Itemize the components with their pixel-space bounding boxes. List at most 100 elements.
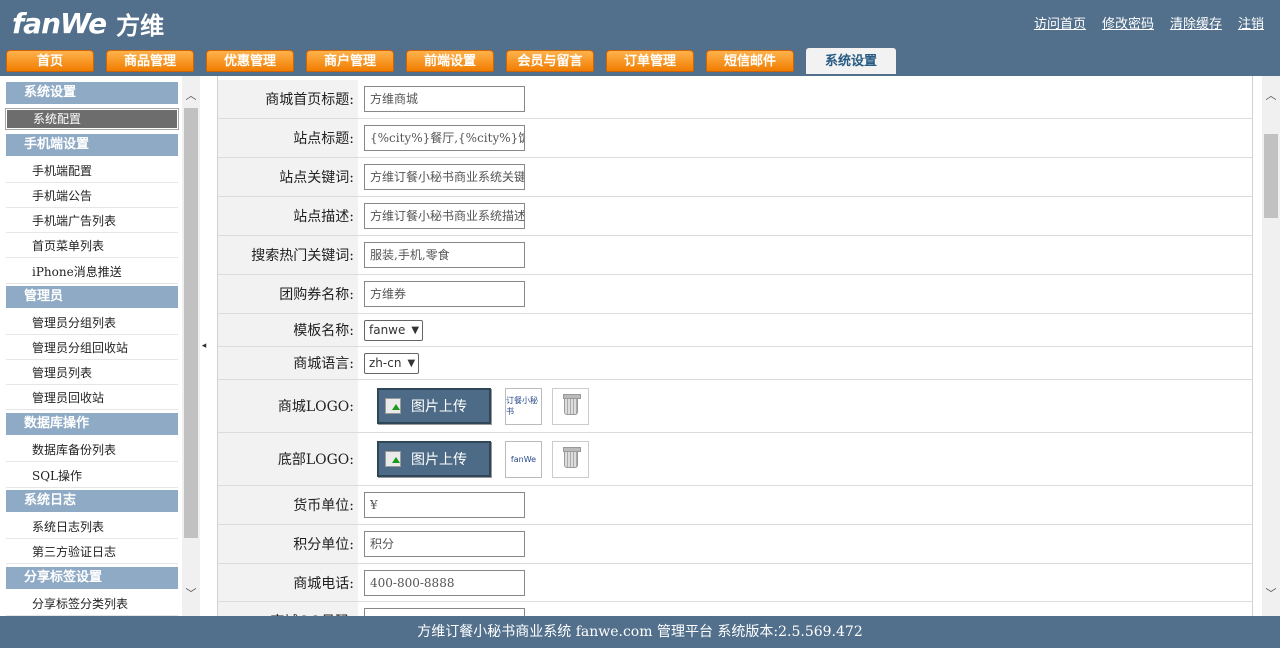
currency-label: 货币单位: [218,486,358,524]
hot-keywords-input[interactable]: 服装,手机,零食 [364,242,525,268]
upload-icon [385,451,401,467]
form-row-qq: 商城QQ号码: [218,602,1252,616]
logout-link[interactable]: 注销 [1238,13,1264,32]
site-desc-input[interactable]: 方维订餐小秘书商业系统描述 [364,203,525,229]
tab-sms-mail[interactable]: 短信邮件 [706,50,794,72]
sidebar-item-system-logs[interactable]: 系统日志列表 [6,515,178,539]
tab-orders[interactable]: 订单管理 [606,50,694,72]
footer-logo-delete-button[interactable] [552,440,589,478]
sidebar-item-mobile-config[interactable]: 手机端配置 [6,159,178,183]
sidebar-item-admin-list[interactable]: 管理员列表 [6,361,178,385]
tab-frontend[interactable]: 前端设置 [406,50,494,72]
site-keywords-input[interactable]: 方维订餐小秘书商业系统关键词 [364,164,525,190]
form-row-shop-logo: 商城LOGO: 图片上传 订餐小秘书 [218,380,1252,433]
config-form: 商城首页标题: 方维商城 站点标题: {%city%}餐厅,{%city%}饭店… [217,76,1253,616]
footer-logo-label: 底部LOGO: [218,433,358,485]
main-tabs: 首页 商品管理 优惠管理 商户管理 前端设置 会员与留言 订单管理 短信邮件 系… [6,48,908,74]
shop-logo-thumbnail[interactable]: 订餐小秘书 [505,387,542,425]
form-row-coupon-name: 团购券名称: 方维券 [218,275,1252,314]
sidebar-item-admin-groups[interactable]: 管理员分组列表 [6,311,178,335]
shop-title-input[interactable]: 方维商城 [364,86,525,112]
tab-goods[interactable]: 商品管理 [106,50,194,72]
scroll-down-icon[interactable]: ﹀ [1263,586,1279,602]
language-label: 商城语言: [218,347,358,379]
shop-logo-delete-button[interactable] [552,387,589,425]
form-row-site-desc: 站点描述: 方维订餐小秘书商业系统描述 [218,197,1252,236]
site-desc-label: 站点描述: [218,197,358,235]
sidebar-item-admin-group-trash[interactable]: 管理员分组回收站 [6,336,178,360]
qq-label: 商城QQ号码: [218,602,358,616]
sidebar-item-iphone-push[interactable]: iPhone消息推送 [6,260,178,284]
form-row-score: 积分单位: 积分 [218,525,1252,564]
footer-logo-upload-button[interactable]: 图片上传 [377,441,491,477]
template-label: 模板名称: [218,314,358,346]
footer: 方维订餐小秘书商业系统 fanwe.com 管理平台 系统版本:2.5.569.… [0,616,1280,648]
sidebar-group-logs[interactable]: 系统日志 [6,490,178,512]
tab-members[interactable]: 会员与留言 [506,50,594,72]
coupon-name-label: 团购券名称: [218,275,358,313]
top-links: 访问首页 修改密码 清除缓存 注销 [1034,13,1264,32]
form-row-hot-keywords: 搜索热门关键词: 服装,手机,零食 [218,236,1252,275]
scroll-down-icon[interactable]: ﹀ [183,586,199,602]
chevron-down-icon: ▼ [411,324,420,336]
tab-merchant[interactable]: 商户管理 [306,50,394,72]
site-title-label: 站点标题: [218,119,358,157]
clear-cache-link[interactable]: 清除缓存 [1170,13,1222,32]
main-scroll-thumb[interactable] [1264,134,1278,218]
sidebar-group-share-tags[interactable]: 分享标签设置 [6,567,178,589]
form-row-template: 模板名称: fanwe ▼ [218,314,1252,347]
sidebar-group-database[interactable]: 数据库操作 [6,413,178,435]
hot-keywords-label: 搜索热门关键词: [218,236,358,274]
form-row-footer-logo: 底部LOGO: 图片上传 fanWe [218,433,1252,486]
sidebar-group-mobile[interactable]: 手机端设置 [6,134,178,156]
sidebar-item-admin-trash[interactable]: 管理员回收站 [6,386,178,410]
score-input[interactable]: 积分 [364,531,525,557]
qq-input[interactable] [364,608,525,616]
sidebar-item-sql[interactable]: SQL操作 [6,464,178,488]
phone-input[interactable]: 400-800-8888 [364,569,525,596]
logo-text: fanWe [12,6,107,40]
currency-input[interactable]: ¥ [364,492,525,518]
footer-logo-thumbnail[interactable]: fanWe [505,440,542,478]
sidebar-item-db-backup[interactable]: 数据库备份列表 [6,438,178,462]
change-password-link[interactable]: 修改密码 [1102,13,1154,32]
sidebar-item-system-config[interactable]: 系统配置 [5,108,179,130]
collapse-sidebar-icon[interactable]: ◂ [200,316,208,376]
logo[interactable]: fanWe 方维 [12,6,164,40]
form-row-phone: 商城电话: 400-800-8888 [218,564,1252,602]
scroll-up-icon[interactable]: ︿ [183,88,199,104]
upload-icon [385,398,401,414]
sidebar-item-share-tag-categories[interactable]: 分享标签分类列表 [6,592,178,616]
sidebar-item-mobile-notice[interactable]: 手机端公告 [6,184,178,208]
form-row-site-keywords: 站点关键词: 方维订餐小秘书商业系统关键词 [218,158,1252,197]
form-row-language: 商城语言: zh-cn ▼ [218,347,1252,380]
tab-home[interactable]: 首页 [6,50,94,72]
logo-cn: 方维 [116,11,165,40]
template-select[interactable]: fanwe ▼ [364,319,424,341]
trash-icon [562,394,581,415]
sidebar-item-third-party-logs[interactable]: 第三方验证日志 [6,540,178,564]
site-keywords-label: 站点关键词: [218,158,358,196]
form-row-currency: 货币单位: ¥ [218,486,1252,525]
sidebar-group-admin[interactable]: 管理员 [6,286,178,308]
header: fanWe 方维 访问首页 修改密码 清除缓存 注销 首页 商品管理 优惠管理 … [0,0,1280,76]
chevron-down-icon: ▼ [407,357,416,369]
visit-home-link[interactable]: 访问首页 [1034,13,1086,32]
shop-logo-label: 商城LOGO: [218,380,358,432]
sidebar: 系统设置 系统配置 手机端设置 手机端配置 手机端公告 手机端广告列表 首页菜单… [0,76,200,616]
trash-icon [562,447,581,468]
sidebar-group-system[interactable]: 系统设置 [6,82,178,104]
form-row-site-title: 站点标题: {%city%}餐厅,{%city%}饭店 [218,119,1252,158]
tab-promotion[interactable]: 优惠管理 [206,50,294,72]
tab-system-settings[interactable]: 系统设置 [806,48,896,74]
sidebar-scroll-thumb[interactable] [184,108,198,538]
sidebar-item-home-menu[interactable]: 首页菜单列表 [6,234,178,258]
form-row-shop-title: 商城首页标题: 方维商城 [218,80,1252,119]
shop-logo-upload-button[interactable]: 图片上传 [377,388,491,424]
coupon-name-input[interactable]: 方维券 [364,281,525,307]
sidebar-item-mobile-ads[interactable]: 手机端广告列表 [6,209,178,233]
language-select[interactable]: zh-cn ▼ [364,352,420,374]
scroll-up-icon[interactable]: ︿ [1263,88,1279,104]
site-title-input[interactable]: {%city%}餐厅,{%city%}饭店 [364,125,525,151]
phone-label: 商城电话: [218,564,358,601]
